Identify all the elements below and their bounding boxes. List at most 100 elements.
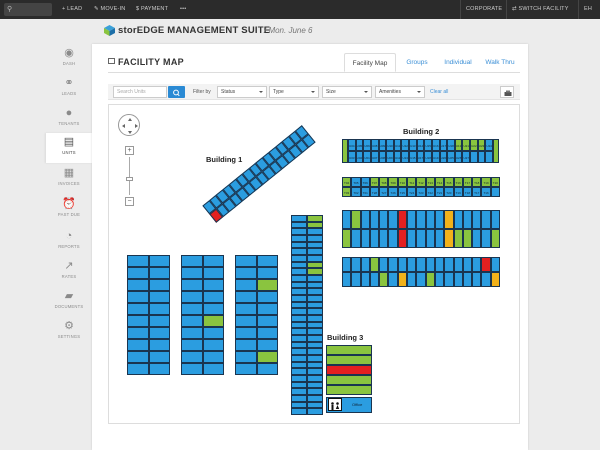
building-2-unit[interactable] <box>379 257 389 272</box>
sidebar-item-tenants[interactable]: ● TENANTS <box>46 104 92 134</box>
building-2-unit[interactable] <box>388 229 398 248</box>
outdoor-unit[interactable] <box>307 361 323 369</box>
switch-facility-button[interactable]: ⇄ SWITCH FACILITY <box>512 0 569 19</box>
building-2-unit[interactable]: U21 <box>462 139 471 151</box>
outdoor-unit[interactable] <box>307 408 323 415</box>
outdoor-unit[interactable] <box>235 279 257 291</box>
unit-search-input[interactable]: Search Units <box>113 86 167 98</box>
building-2-unit[interactable] <box>472 210 482 229</box>
building-2-unit[interactable] <box>434 257 445 272</box>
building-2-unit[interactable] <box>360 210 370 229</box>
outdoor-unit[interactable] <box>127 363 149 375</box>
building-2-unit[interactable] <box>444 210 454 229</box>
user-initials[interactable]: EH <box>584 0 592 19</box>
global-search-input[interactable]: ⚲ <box>4 3 52 16</box>
outdoor-unit[interactable] <box>256 303 278 315</box>
move-in-button[interactable]: ✎ MOVE-IN <box>94 0 125 19</box>
outdoor-unit[interactable] <box>181 315 203 327</box>
building-2-unit[interactable]: T15 <box>444 177 454 187</box>
outdoor-unit[interactable] <box>235 363 257 375</box>
building-2-unit[interactable]: T18 <box>462 187 473 197</box>
building-2-unit[interactable] <box>462 257 473 272</box>
building-2-unit[interactable]: U11 <box>393 139 402 151</box>
outdoor-unit[interactable] <box>181 279 203 291</box>
sidebar-item-units[interactable]: ▤ UNITS <box>46 133 92 163</box>
building-2-unit[interactable] <box>388 272 398 287</box>
building-2-unit[interactable]: U24 <box>485 139 493 151</box>
outdoor-unit[interactable] <box>291 328 307 335</box>
building-2-unit[interactable] <box>351 272 361 287</box>
outdoor-unit[interactable] <box>307 215 323 222</box>
outdoor-unit[interactable] <box>291 295 307 302</box>
outdoor-unit[interactable] <box>181 327 203 339</box>
outdoor-unit[interactable] <box>291 361 307 369</box>
sidebar-item-settings[interactable]: ⚙ SETTINGS <box>46 317 92 347</box>
building-2-unit[interactable] <box>425 210 435 229</box>
outdoor-unit[interactable] <box>235 327 257 339</box>
outdoor-unit[interactable] <box>291 281 307 289</box>
outdoor-unit[interactable] <box>127 303 149 315</box>
tab-individual[interactable]: Individual <box>438 53 478 72</box>
outdoor-unit[interactable] <box>202 327 224 339</box>
building-2-unit[interactable] <box>360 257 370 272</box>
building-2-unit[interactable]: U12 <box>401 139 410 151</box>
building-2-unit[interactable]: T03 <box>342 187 352 197</box>
sidebar-item-dash[interactable]: ◉ DASH <box>46 44 92 74</box>
building-2-unit[interactable]: U13 <box>401 151 410 163</box>
outdoor-unit[interactable] <box>291 275 307 282</box>
outdoor-unit[interactable] <box>235 351 257 363</box>
outdoor-unit[interactable] <box>181 303 203 315</box>
building-2-unit[interactable] <box>425 257 435 272</box>
outdoor-unit[interactable] <box>307 221 323 229</box>
outdoor-unit[interactable] <box>181 267 203 279</box>
outdoor-unit[interactable] <box>291 215 307 222</box>
building-2-unit[interactable]: U19 <box>454 139 463 151</box>
building-2-unit[interactable] <box>369 272 380 287</box>
outdoor-unit[interactable] <box>148 267 170 279</box>
building-2-unit[interactable]: T10 <box>397 177 408 187</box>
building-2-unit[interactable] <box>453 257 463 272</box>
building-2-unit[interactable] <box>369 257 380 272</box>
building-2-unit[interactable]: T17 <box>472 187 482 197</box>
outdoor-unit[interactable] <box>148 291 170 303</box>
outdoor-unit[interactable] <box>291 288 307 295</box>
outdoor-unit[interactable] <box>291 408 307 415</box>
building-2-unit[interactable]: T09 <box>388 177 398 187</box>
building-2-unit[interactable] <box>462 229 473 248</box>
outdoor-unit[interactable] <box>127 351 149 363</box>
building-2-unit[interactable]: U15 <box>409 151 417 163</box>
building-2-unit[interactable]: T05 <box>351 177 361 187</box>
building-2-unit[interactable] <box>472 272 482 287</box>
more-menu-button[interactable]: ••• <box>180 0 186 19</box>
outdoor-unit[interactable] <box>291 315 307 322</box>
building-2-unit[interactable]: T18 <box>472 177 482 187</box>
outdoor-unit[interactable] <box>148 303 170 315</box>
building-2-unit[interactable] <box>407 257 417 272</box>
building-2-unit[interactable] <box>379 229 389 248</box>
building-3-unit[interactable] <box>326 385 372 395</box>
sidebar-item-rates[interactable]: ↗ RATES <box>46 257 92 287</box>
building-2-unit[interactable] <box>416 210 426 229</box>
building-2-unit[interactable]: U07 <box>370 151 379 163</box>
building-2-unit[interactable] <box>444 229 454 248</box>
outdoor-unit[interactable] <box>127 279 149 291</box>
zoom-in-button[interactable]: + <box>125 146 134 155</box>
outdoor-unit[interactable] <box>291 228 307 235</box>
outdoor-unit[interactable] <box>291 301 307 309</box>
sidebar-item-reports[interactable]: ◔ REPORTS <box>46 227 92 257</box>
outdoor-unit[interactable] <box>256 363 278 375</box>
building-2-unit[interactable] <box>472 257 482 272</box>
building-3-unit[interactable] <box>326 365 372 375</box>
building-2-unit[interactable]: U22 <box>470 139 478 151</box>
outdoor-unit[interactable] <box>291 261 307 269</box>
building-2-unit[interactable]: T07 <box>369 177 380 187</box>
outdoor-unit[interactable] <box>256 339 278 351</box>
building-2-unit[interactable]: U09 <box>386 151 394 163</box>
building-2-unit[interactable] <box>481 257 491 272</box>
building-2-unit[interactable]: U26 <box>454 151 463 163</box>
building-2-unit[interactable]: U20 <box>439 151 448 163</box>
outdoor-unit[interactable] <box>307 328 323 335</box>
building-2-unit[interactable] <box>453 272 463 287</box>
outdoor-unit[interactable] <box>291 368 307 375</box>
sidebar-item-invoices[interactable]: ▦ INVOICES <box>46 164 92 194</box>
